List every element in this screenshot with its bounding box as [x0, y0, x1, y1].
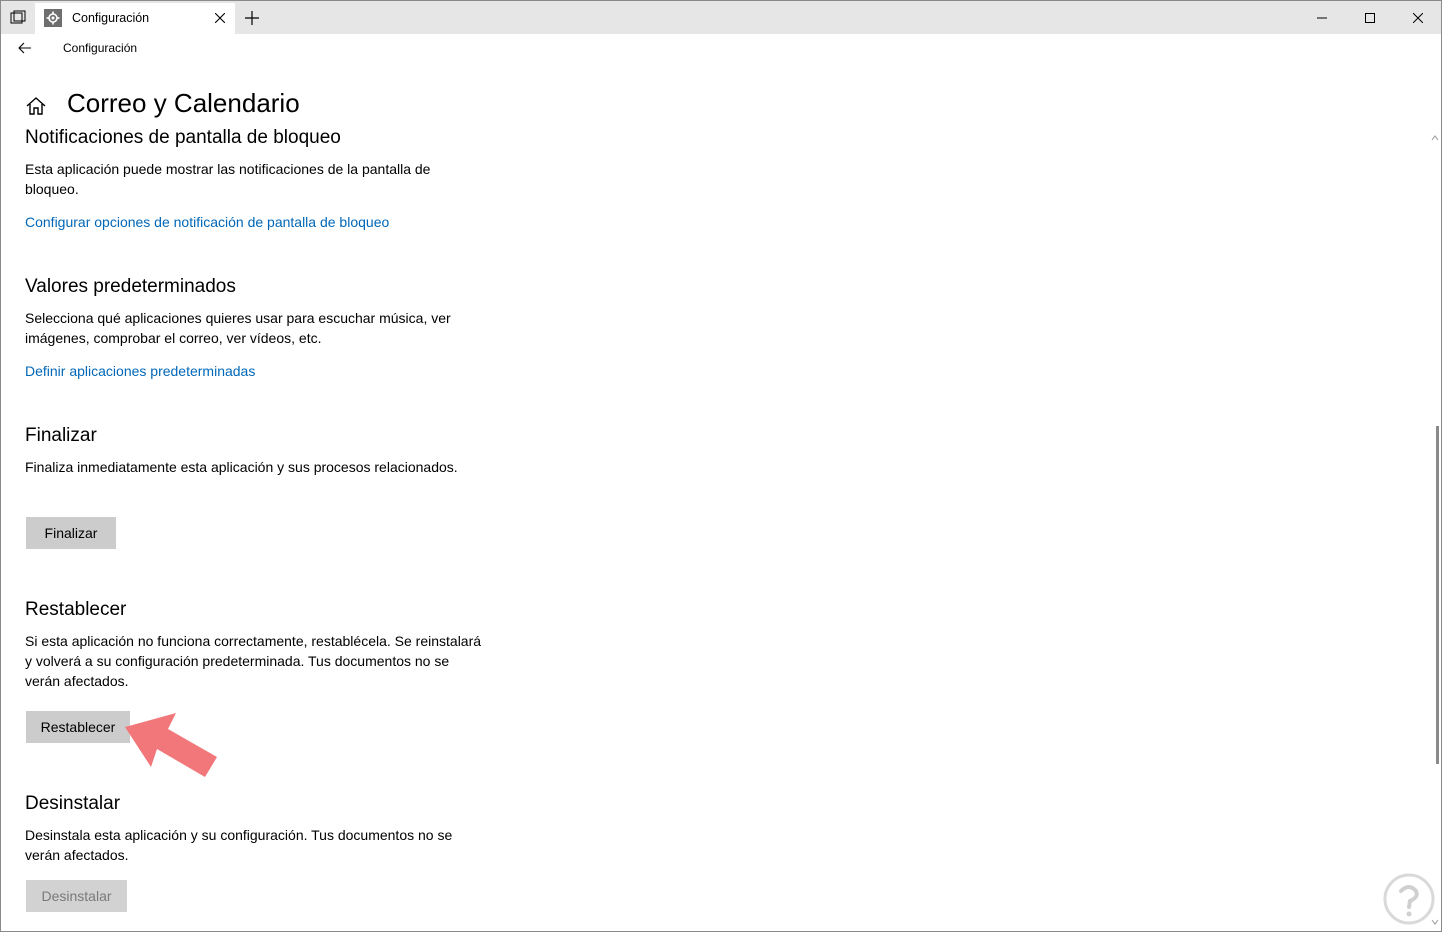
section-description: Esta aplicación puede mostrar las notifi… [25, 161, 431, 197]
annotation-arrow-icon [121, 707, 221, 781]
tab-switcher-icon[interactable] [1, 1, 35, 34]
terminate-button[interactable]: Finalizar [26, 517, 116, 549]
settings-window: Configuración Configuración Correo y Cal… [0, 0, 1442, 932]
section-heading: Restablecer [25, 599, 127, 620]
terminate-section: Finalizar Finaliza inmediatamente esta a… [25, 425, 485, 477]
gear-icon [44, 9, 62, 27]
page-title: Correo y Calendario [67, 88, 300, 118]
watermark-logo-icon [1381, 871, 1437, 927]
default-apps-link[interactable]: Definir aplicaciones predeterminadas [25, 363, 255, 379]
reset-section: Restablecer Si esta aplicación no funcio… [25, 599, 485, 691]
scrollbar-thumb[interactable] [1436, 426, 1439, 764]
uninstall-button: Desinstalar [26, 880, 127, 912]
section-heading: Finalizar [25, 425, 97, 446]
close-tab-icon[interactable] [211, 9, 229, 27]
scroll-up-arrow-icon[interactable] [1431, 129, 1439, 141]
section-description: Selecciona qué aplicaciones quieres usar… [25, 310, 451, 346]
section-heading: Valores predeterminados [25, 276, 236, 297]
reset-button[interactable]: Restablecer [26, 711, 130, 743]
nav-title: Configuración [63, 41, 138, 55]
tab-settings[interactable]: Configuración [35, 3, 235, 34]
close-window-button[interactable] [1395, 1, 1441, 34]
section-description: Finaliza inmediatamente esta aplicación … [25, 459, 458, 475]
new-tab-icon[interactable] [241, 7, 263, 29]
back-arrow-icon[interactable] [14, 37, 36, 59]
section-description: Si esta aplicación no funciona correctam… [25, 633, 482, 689]
tab-title: Configuración [72, 11, 150, 25]
lock-screen-section: Notificaciones de pantalla de bloqueo Es… [25, 127, 485, 232]
uninstall-section: Desinstalar Desinstala esta aplicación y… [25, 793, 485, 865]
home-icon[interactable] [25, 95, 47, 117]
title-bar: Configuración [1, 1, 1441, 34]
defaults-section: Valores predeterminados Selecciona qué a… [25, 276, 485, 381]
nav-bar: Configuración [1, 34, 1441, 62]
section-heading: Desinstalar [25, 793, 121, 814]
section-heading: Notificaciones de pantalla de bloqueo [25, 127, 341, 148]
lock-screen-notification-link[interactable]: Configurar opciones de notificación de p… [25, 214, 389, 230]
section-description: Desinstala esta aplicación y su configur… [25, 827, 453, 863]
maximize-button[interactable] [1347, 1, 1393, 34]
minimize-button[interactable] [1299, 1, 1345, 34]
